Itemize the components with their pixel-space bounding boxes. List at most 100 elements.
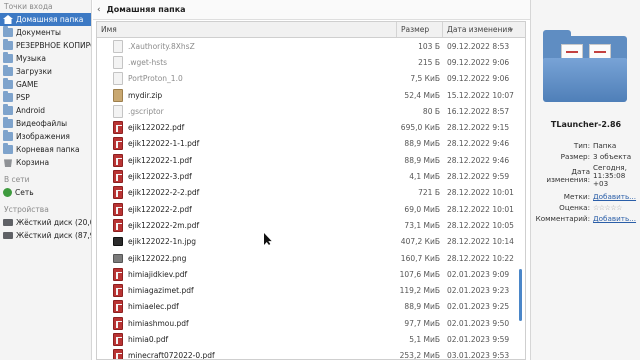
table-row[interactable]: himiagazimet.pdf 119,2 МиБ 02.01.2023 9:23 [97,282,525,298]
sidebar-item-places-2[interactable]: РЕЗЕРВНОЕ КОПИРОВ [0,39,91,52]
info-size-key: Размер: [560,152,590,161]
pdf-icon [113,267,123,281]
info-type-value: Папка [593,141,617,150]
file-date: 02.01.2023 9:23 [447,286,510,296]
table-row[interactable]: ejik122022-1n.jpg 407,2 КиБ 28.12.2022 10:… [97,234,525,250]
vertical-scrollbar[interactable] [518,39,524,359]
pdf-icon [113,170,123,184]
file-name: .gscriptor [128,106,164,116]
file-name: himiajidkiev.pdf [128,269,188,279]
file-name-cell: ejik122022-1.pdf [97,153,397,167]
sidebar-item-places-8[interactable]: Видеофайлы [0,117,91,130]
table-row[interactable]: ejik122022-1.pdf 88,9 МиБ 28.12.2022 9:46 [97,152,525,168]
table-row[interactable]: ejik122022.pdf 695,0 КиБ 28.12.2022 9:15 [97,119,525,135]
file-size: 97,7 МиБ [404,318,440,328]
sidebar-item-places-3[interactable]: Музыка [0,52,91,65]
column-header-date[interactable]: Дата изменения ▾ [443,22,515,37]
home-icon [3,15,13,24]
file-name-cell: himiaelec.pdf [97,300,397,314]
sidebar-item-places-1[interactable]: Документы [0,26,91,39]
sidebar-item-places-11[interactable]: Корзина [0,156,91,169]
column-header-size[interactable]: Размер [397,22,443,37]
scrollbar-thumb[interactable] [519,269,522,321]
column-header-name[interactable]: Имя [97,22,397,37]
table-row[interactable]: .wget-hsts 215 Б 09.12.2022 9:06 [97,54,525,70]
file-name-cell: ejik122022-1-1.pdf [97,137,397,151]
table-row[interactable]: mydir.zip 52,4 МиБ 15.12.2022 10:07 [97,87,525,103]
sidebar-item-places-9[interactable]: Изображения [0,130,91,143]
rating-stars[interactable]: ☆☆☆☆☆ [593,204,640,212]
file-name-cell: ejik122022.png [97,253,397,263]
sort-descending-icon: ▾ [509,26,513,34]
table-row[interactable]: ejik122022-2.pdf 69,0 МиБ 28.12.2022 10:01 [97,201,525,217]
sidebar-item-label: PSP [16,93,30,102]
network-icon [3,188,12,197]
file-date: 28.12.2022 9:15 [447,123,510,133]
selected-folder-title: TLauncher-2.86 [550,120,622,129]
table-row[interactable]: PortProton_1.0 7,5 КиБ 09.12.2022 9:06 [97,71,525,87]
pdf-icon [113,186,123,200]
file-date: 28.12.2022 9:59 [447,172,510,182]
file-date: 03.01.2023 9:53 [447,351,510,360]
info-type-key: Тип: [573,141,590,150]
sidebar-item-places-0[interactable]: Домашняя папка [0,13,91,26]
pdf-icon [113,218,123,232]
table-row[interactable]: ejik122022-2m.pdf 73,1 МиБ 28.12.2022 10:0… [97,217,525,233]
folder-icon [3,104,13,115]
file-size: 695,0 КиБ [400,123,440,133]
folder-icon [3,91,13,102]
file-date: 02.01.2023 9:50 [447,318,510,328]
table-row[interactable]: ejik122022.png 160,7 КиБ 28.12.2022 10:22 [97,250,525,266]
sidebar-item-places-5[interactable]: GAME [0,78,91,91]
sidebar-item-devices-0[interactable]: Жёсткий диск (20,0 Г [0,216,91,229]
file-name: ejik122022-1.pdf [128,155,192,165]
devices-list: Жёсткий диск (20,0 Г Жёсткий диск (87,9 Г [0,216,91,242]
file-date: 02.01.2023 9:25 [447,302,510,312]
file-name-cell: ejik122022-2m.pdf [97,218,397,232]
file-name: himiagazimet.pdf [128,286,194,296]
location-title[interactable]: Домашняя папка [107,5,186,14]
table-row[interactable]: .gscriptor 80 Б 16.12.2022 8:57 [97,103,525,119]
file-date: 16.12.2022 8:57 [447,106,510,116]
sidebar-item-label: Жёсткий диск (87,9 Г [16,231,91,240]
sidebar-item-places-10[interactable]: Корневая папка [0,143,91,156]
file-size: 88,9 МиБ [404,302,440,312]
file-name: minecraft072022-0.pdf [128,351,215,360]
file-size: 73,1 МиБ [404,220,440,230]
document-icon [113,104,123,118]
file-name-cell: ejik122022-2.pdf [97,202,397,216]
info-comment-key: Комментарий: [535,214,590,223]
document-icon [113,72,123,86]
sidebar-item-network-0[interactable]: Сеть [0,186,91,199]
back-arrow-icon[interactable]: ‹ [97,5,101,15]
file-name: mydir.zip [128,90,163,100]
file-size: 7,5 КиБ [410,74,440,84]
column-name-label: Имя [101,25,117,34]
file-size: 80 Б [422,106,440,116]
sidebar-item-label: Домашняя папка [16,15,84,24]
sidebar-item-places-4[interactable]: Загрузки [0,65,91,78]
document-icon [113,39,123,53]
file-date: 28.12.2022 9:46 [447,155,510,165]
table-row[interactable]: minecraft072022-0.pdf 253,2 МиБ 03.01.2023… [97,348,525,360]
file-date: 28.12.2022 9:46 [447,139,510,149]
file-name-cell: minecraft072022-0.pdf [97,349,397,360]
table-row[interactable]: ejik122022-3.pdf 4,1 МиБ 28.12.2022 9:59 [97,168,525,184]
file-name-cell: himiajidkiev.pdf [97,267,397,281]
file-date: 09.12.2022 8:53 [447,41,510,51]
add-tags-link[interactable]: Добавить... [593,193,640,201]
table-row[interactable]: himiajidkiev.pdf 107,6 МиБ 02.01.2023 9:09 [97,266,525,282]
column-header: Имя Размер Дата изменения ▾ [97,22,525,38]
table-row[interactable]: ejik122022-1-1.pdf 88,9 МиБ 28.12.2022 9:4… [97,136,525,152]
table-row[interactable]: himiaelec.pdf 88,9 МиБ 02.01.2023 9:25 [97,299,525,315]
sidebar-item-places-7[interactable]: Android [0,104,91,117]
table-row[interactable]: himia0.pdf 5,1 МиБ 02.01.2023 9:59 [97,331,525,347]
file-name: ejik122022-2-2.pdf [128,188,200,198]
sidebar-item-places-6[interactable]: PSP [0,91,91,104]
table-row[interactable]: .Xauthority.8XhsZ 103 Б 09.12.2022 8:53 [97,38,525,54]
table-row[interactable]: ejik122022-2-2.pdf 721 Б 28.12.2022 10:01 [97,185,525,201]
sidebar-item-devices-1[interactable]: Жёсткий диск (87,9 Г [0,229,91,242]
file-name: ejik122022-1-1.pdf [128,139,200,149]
add-comment-link[interactable]: Добавить... [593,215,640,223]
table-row[interactable]: himiashmou.pdf 97,7 МиБ 02.01.2023 9:50 [97,315,525,331]
